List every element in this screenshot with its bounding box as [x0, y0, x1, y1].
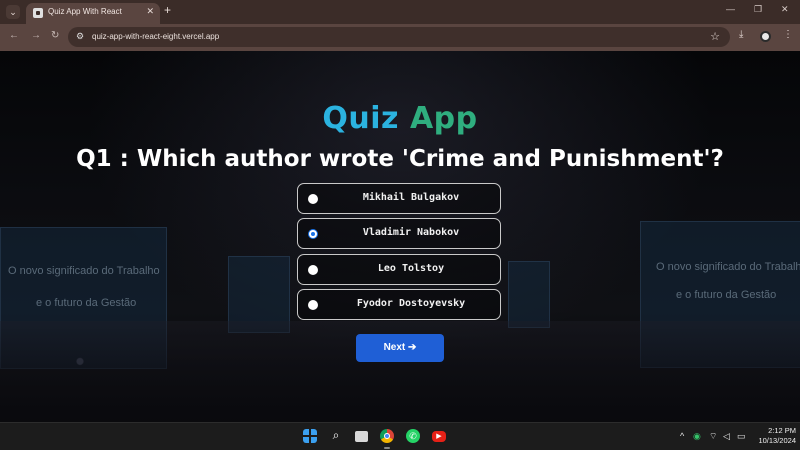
option-4-radio[interactable]: [308, 300, 318, 310]
option-2[interactable]: Vladimir Nabokov: [297, 218, 501, 249]
chrome-icon[interactable]: [380, 429, 394, 443]
url-text[interactable]: quiz-app-with-react-eight.vercel.app: [92, 32, 219, 41]
search-icon[interactable]: ⌕: [329, 429, 343, 443]
windows-start-icon[interactable]: [303, 429, 317, 443]
youtube-icon[interactable]: ▶: [432, 431, 446, 442]
browser-toolbar: ← → ↻ ⚙ quiz-app-with-react-eight.vercel…: [0, 24, 800, 51]
site-info-icon[interactable]: ⚙: [76, 31, 84, 42]
menu-icon[interactable]: ⋮: [783, 29, 793, 40]
active-app-indicator: [384, 447, 390, 449]
option-2-radio[interactable]: [308, 229, 318, 239]
tab-close-icon[interactable]: ✕: [146, 6, 154, 17]
download-icon[interactable]: ⤓: [739, 29, 743, 40]
background-screen-center-right: [508, 261, 550, 328]
wifi-icon[interactable]: ⌔: [709, 431, 717, 442]
background-text-right-1: O novo significado do Trabalho: [656, 261, 800, 273]
background-text-left-1: O novo significado do Trabalho: [8, 265, 160, 277]
tab-title: Quiz App With React: [48, 7, 122, 16]
window-close-icon[interactable]: ✕: [781, 4, 789, 15]
option-4[interactable]: Fyodor Dostoyevsky: [297, 289, 501, 320]
option-2-label: Vladimir Nabokov: [362, 227, 460, 238]
address-bar[interactable]: ⚙ quiz-app-with-react-eight.vercel.app ☆: [68, 27, 730, 47]
tab-favicon-icon: [33, 8, 43, 18]
show-hidden-icons-icon[interactable]: ^: [680, 431, 684, 441]
page-content: O novo significado do Trabalho e o futur…: [0, 51, 800, 422]
status-indicator-icon[interactable]: ◉: [693, 431, 701, 442]
option-4-label: Fyodor Dostoyevsky: [356, 298, 466, 309]
battery-icon[interactable]: ▭: [737, 431, 746, 442]
question-text: Q1 : Which author wrote 'Crime and Punis…: [76, 146, 724, 172]
whatsapp-icon[interactable]: ✆: [406, 429, 420, 443]
background-text-right-2: e o futuro da Gestão: [676, 289, 777, 301]
new-tab-icon[interactable]: +: [164, 3, 171, 17]
browser-tab-bar: ⌄ Quiz App With React ✕ + — ❐ ✕: [0, 0, 800, 24]
minimize-icon[interactable]: —: [726, 4, 735, 14]
bookmark-star-icon[interactable]: ☆: [710, 30, 720, 43]
back-icon[interactable]: ←: [9, 30, 19, 41]
volume-icon[interactable]: ◁: [723, 431, 730, 442]
forward-icon[interactable]: →: [31, 30, 41, 41]
clock-time: 2:12 PM: [768, 426, 796, 435]
option-1-radio[interactable]: [308, 194, 318, 204]
app-title-part1: Quiz: [322, 101, 399, 136]
taskbar: ⌕ ✆ ▶ ^ ◉ ⌔ ◁ ▭ 2:12 PM 10/13/2024: [0, 422, 800, 450]
app-title-part2: App: [409, 101, 478, 136]
option-1[interactable]: Mikhail Bulgakov: [297, 183, 501, 214]
task-view-icon[interactable]: [355, 431, 368, 442]
app-title: Quiz App: [0, 101, 800, 136]
option-1-label: Mikhail Bulgakov: [362, 192, 460, 203]
clock-date: 10/13/2024: [758, 436, 796, 445]
screen: ⌄ Quiz App With React ✕ + — ❐ ✕ ← → ↻ ⚙ …: [0, 0, 800, 450]
browser-tab[interactable]: Quiz App With React ✕: [26, 3, 160, 24]
tab-search-icon[interactable]: ⌄: [6, 5, 20, 19]
option-3-radio[interactable]: [308, 265, 318, 275]
profile-avatar[interactable]: [760, 31, 771, 42]
restore-icon[interactable]: ❐: [754, 4, 762, 15]
reload-icon[interactable]: ↻: [51, 30, 59, 41]
option-3-label: Leo Tolstoy: [377, 263, 445, 274]
next-button[interactable]: Next ➔: [356, 334, 444, 362]
system-clock[interactable]: 2:12 PM 10/13/2024: [752, 426, 796, 446]
option-3[interactable]: Leo Tolstoy: [297, 254, 501, 285]
background-text-left-2: e o futuro da Gestão: [36, 297, 137, 309]
